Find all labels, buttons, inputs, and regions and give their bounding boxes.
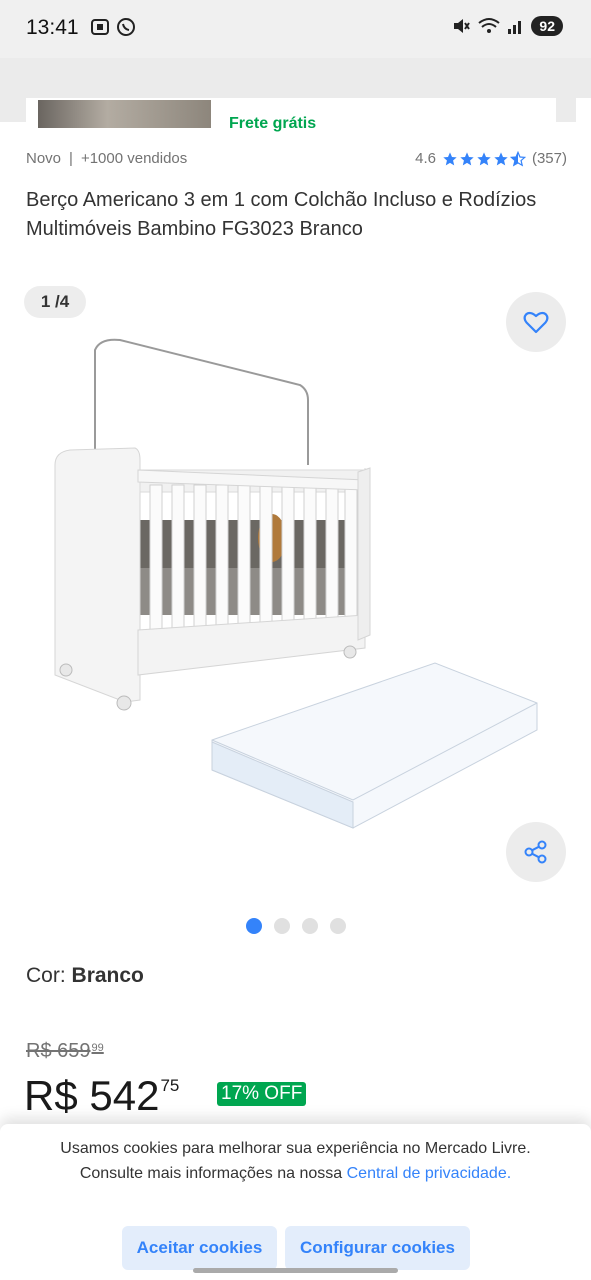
meta-separator: | bbox=[69, 150, 73, 167]
gallery-dot[interactable] bbox=[274, 918, 290, 934]
status-bar: 13:41 92 bbox=[0, 0, 591, 58]
share-button[interactable] bbox=[506, 822, 566, 882]
accept-cookies-button[interactable]: Aceitar cookies bbox=[122, 1226, 277, 1270]
status-notification-icons bbox=[90, 17, 136, 37]
current-price-int: R$ 542 bbox=[24, 1072, 160, 1119]
star-icon bbox=[477, 151, 491, 165]
product-image[interactable] bbox=[40, 330, 550, 850]
star-half-icon bbox=[509, 150, 526, 167]
configure-cookies-button[interactable]: Configurar cookies bbox=[285, 1226, 470, 1270]
gallery-pagination bbox=[246, 918, 346, 934]
product-meta: Novo | +1000 vendidos bbox=[26, 150, 187, 167]
rating-value: 4.6 bbox=[415, 150, 436, 167]
mute-icon bbox=[454, 19, 471, 33]
original-price-cents: 99 bbox=[91, 1042, 104, 1054]
home-indicator[interactable] bbox=[193, 1268, 398, 1273]
image-counter: 1 /4 bbox=[24, 286, 86, 318]
share-icon bbox=[524, 840, 547, 864]
related-card-next[interactable] bbox=[576, 98, 591, 148]
original-price: R$ 65999 bbox=[26, 1040, 104, 1063]
original-price-int: R$ 659 bbox=[26, 1040, 91, 1062]
current-price-cents: 75 bbox=[160, 1076, 180, 1095]
related-strip: Frete grátis bbox=[0, 58, 591, 148]
privacy-link[interactable]: Central de privacidade. bbox=[347, 1165, 512, 1182]
review-count: (357) bbox=[531, 150, 567, 167]
whatsapp-icon bbox=[117, 18, 135, 36]
cookie-message: Usamos cookies para melhorar sua experiê… bbox=[40, 1136, 551, 1186]
gallery-dot[interactable] bbox=[246, 918, 262, 934]
status-system-icons: 92 bbox=[451, 16, 563, 36]
star-icon bbox=[443, 151, 457, 165]
color-selector: Cor: Branco bbox=[26, 964, 144, 988]
condition-label: Novo bbox=[26, 150, 62, 167]
color-label: Cor: bbox=[26, 964, 66, 987]
sold-count: +1000 vendidos bbox=[80, 150, 188, 167]
rating-summary[interactable]: 4.6 (357) bbox=[415, 150, 567, 167]
star-icon bbox=[460, 151, 474, 165]
rating-stars bbox=[442, 150, 526, 167]
product-title: Berço Americano 3 em 1 com Colchão Inclu… bbox=[26, 189, 537, 240]
signal-icon bbox=[508, 21, 522, 34]
discount-badge: 17% OFF bbox=[217, 1082, 307, 1106]
star-icon bbox=[494, 151, 508, 165]
free-shipping-label: Frete grátis bbox=[229, 115, 317, 132]
gallery-dot[interactable] bbox=[330, 918, 346, 934]
wifi-icon bbox=[478, 18, 501, 33]
current-price: R$ 54275 bbox=[24, 1072, 179, 1120]
color-value: Branco bbox=[71, 964, 144, 987]
related-card-image bbox=[38, 100, 211, 128]
screenshot-icon bbox=[91, 19, 109, 35]
gallery-dot[interactable] bbox=[302, 918, 318, 934]
battery-indicator: 92 bbox=[531, 16, 563, 36]
status-time: 13:41 bbox=[26, 16, 79, 39]
cookie-banner: Usamos cookies para melhorar sua experiê… bbox=[0, 1124, 591, 1280]
